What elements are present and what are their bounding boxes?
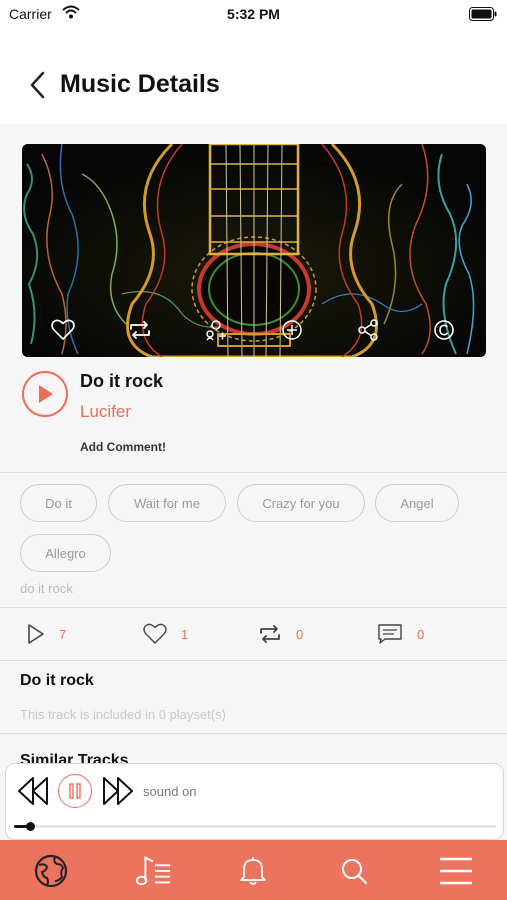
play-icon bbox=[39, 385, 53, 403]
divider bbox=[0, 472, 507, 473]
share-icon[interactable] bbox=[355, 317, 381, 343]
mini-player: sound on bbox=[5, 763, 504, 840]
cover-action-row bbox=[22, 317, 486, 343]
back-icon[interactable] bbox=[28, 70, 48, 105]
play-button[interactable] bbox=[22, 371, 68, 417]
tag-chip[interactable]: Crazy for you bbox=[237, 484, 365, 522]
status-bar: Carrier 5:32 PM bbox=[0, 0, 507, 34]
battery-icon bbox=[469, 7, 497, 26]
rewind-icon bbox=[18, 777, 48, 805]
reposts-stat[interactable]: 0 bbox=[258, 620, 303, 648]
tag-chip[interactable]: Do it bbox=[20, 484, 97, 522]
reposts-count: 0 bbox=[296, 626, 304, 642]
likes-count: 1 bbox=[181, 626, 189, 642]
artist-name[interactable]: Lucifer bbox=[80, 402, 131, 422]
search-icon bbox=[342, 859, 368, 885]
clock-label: 5:32 PM bbox=[227, 6, 280, 22]
menu-icon bbox=[440, 857, 472, 885]
add-user-icon[interactable] bbox=[203, 317, 229, 343]
bell-icon bbox=[240, 857, 266, 885]
repost-icon[interactable] bbox=[127, 317, 153, 343]
likes-stat[interactable]: 1 bbox=[143, 620, 188, 648]
divider bbox=[0, 607, 507, 608]
tab-bar bbox=[0, 840, 507, 900]
heart-icon[interactable] bbox=[50, 317, 76, 343]
progress-knob[interactable] bbox=[26, 822, 36, 831]
play-outline-icon bbox=[28, 624, 44, 644]
comments-count: 0 bbox=[417, 626, 425, 642]
nav-header: Music Details bbox=[0, 34, 507, 124]
tab-search[interactable] bbox=[335, 852, 373, 890]
playset-title: Do it rock bbox=[20, 672, 94, 689]
track-description: do it rock bbox=[20, 581, 73, 596]
rewind-button[interactable] bbox=[16, 774, 50, 808]
progress-bar[interactable] bbox=[14, 822, 496, 831]
tag-chip[interactable]: Wait for me bbox=[108, 484, 226, 522]
cover-art bbox=[22, 144, 486, 357]
playset-note: This track is included in 0 playset(s) bbox=[20, 707, 226, 722]
tab-menu[interactable] bbox=[437, 852, 475, 890]
page-title: Music Details bbox=[60, 70, 220, 98]
comment-icon bbox=[378, 624, 402, 644]
divider bbox=[0, 660, 507, 661]
pause-icon bbox=[69, 783, 81, 799]
globe-icon bbox=[34, 854, 68, 888]
copyright-icon[interactable] bbox=[431, 317, 457, 343]
tab-music[interactable] bbox=[134, 852, 172, 890]
plays-count: 7 bbox=[59, 626, 67, 642]
comments-stat[interactable]: 0 bbox=[377, 620, 424, 648]
tag-chip[interactable]: Allegro bbox=[20, 534, 111, 572]
tab-explore[interactable] bbox=[32, 852, 70, 890]
divider bbox=[0, 733, 507, 734]
pause-button[interactable] bbox=[58, 774, 92, 808]
forward-icon bbox=[103, 777, 133, 805]
add-comment-link[interactable]: Add Comment! bbox=[80, 440, 166, 454]
repost-outline-icon bbox=[260, 625, 280, 643]
heart-outline-icon bbox=[143, 623, 167, 644]
music-list-icon bbox=[135, 856, 171, 886]
forward-button[interactable] bbox=[101, 774, 135, 808]
add-circle-icon[interactable] bbox=[279, 317, 305, 343]
tab-notifications[interactable] bbox=[234, 852, 272, 890]
plays-stat[interactable]: 7 bbox=[27, 620, 66, 648]
sound-status: sound on bbox=[143, 784, 197, 799]
track-title: Do it rock bbox=[80, 371, 164, 391]
tag-chip[interactable]: Angel bbox=[375, 484, 459, 522]
